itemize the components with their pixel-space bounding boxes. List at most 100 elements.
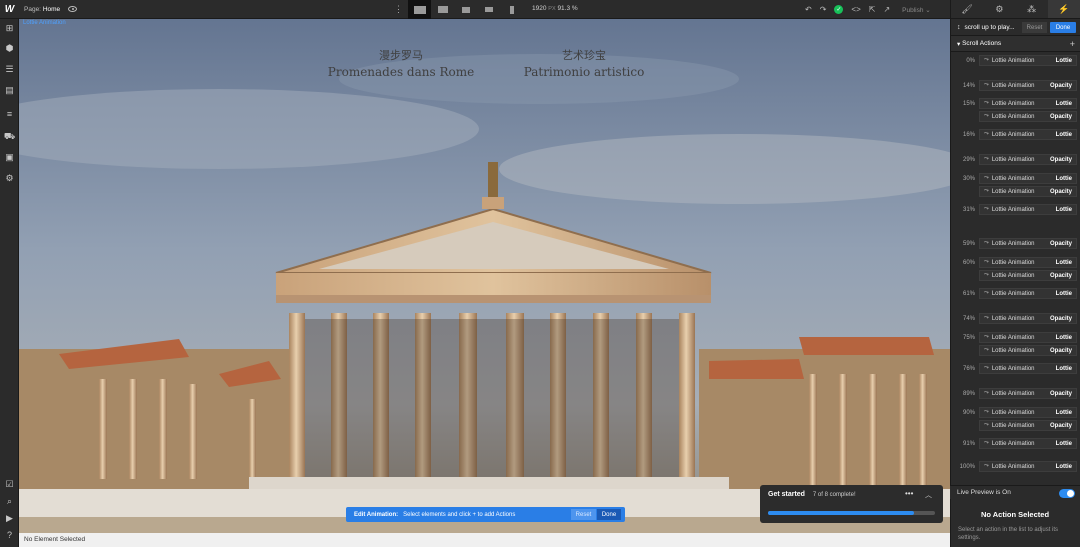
step-percentage: 60% <box>962 260 975 266</box>
live-preview-toggle[interactable] <box>1059 489 1075 498</box>
scroll-action-item[interactable]: ⤳ Lottie Animation Opacity <box>979 80 1077 91</box>
mobile-landscape-icon <box>484 7 493 12</box>
step-percentage: 90% <box>962 410 975 416</box>
cms-icon[interactable]: ≡ <box>4 109 15 120</box>
webflow-logo[interactable]: W <box>0 0 19 19</box>
mobile-landscape-breakpoint-button[interactable] <box>477 0 500 19</box>
target-link-icon: ⤳ <box>984 347 989 353</box>
nav-link-heritage[interactable]: 艺术珍宝 Patrimonio artistico <box>509 47 659 79</box>
scroll-action-item[interactable]: ⤳ Lottie Animation Lottie <box>979 129 1077 140</box>
page-selector[interactable]: Page: Home <box>24 6 60 13</box>
redo-icon[interactable]: ↷ <box>820 5 827 14</box>
design-canvas[interactable]: Lottie Animation 漫步罗马 Promenades dans Ro… <box>19 19 950 533</box>
live-preview-row: Live Preview is On <box>950 485 1080 499</box>
code-icon[interactable]: <> <box>851 5 860 14</box>
scroll-action-item[interactable]: ⤳ Lottie Animation Lottie <box>979 363 1077 374</box>
scroll-action-item[interactable]: ⤳ Lottie Animation Opacity <box>979 420 1077 431</box>
help-icon[interactable]: ? <box>4 530 15 541</box>
action-target-name: Lottie Animation <box>991 156 1035 163</box>
checklist-icon[interactable]: ☑ <box>4 479 15 490</box>
navigator-icon[interactable]: ☰ <box>4 64 15 75</box>
style-brush-tab[interactable]: 🖌 <box>951 0 983 18</box>
step-percentage: 76% <box>962 366 975 372</box>
mobile-portrait-breakpoint-button[interactable] <box>500 0 523 19</box>
scroll-action-item[interactable]: ⤳ Lottie Animation Opacity <box>979 238 1077 249</box>
preview-eye-icon[interactable] <box>68 6 78 12</box>
action-target-name: Lottie Animation <box>991 175 1035 182</box>
desktop-breakpoint-button[interactable] <box>408 0 431 19</box>
scroll-action-item[interactable]: ⤳ Lottie Animation Opacity <box>979 345 1077 356</box>
nav-link-rome[interactable]: 漫步罗马 Promenades dans Rome <box>311 47 491 79</box>
scroll-action-item[interactable]: ⤳ Lottie Animation Lottie <box>979 461 1077 472</box>
scroll-action-item[interactable]: ⤳ Lottie Animation Opacity <box>979 111 1077 122</box>
scroll-action-item[interactable]: ⤳ Lottie Animation Lottie <box>979 407 1077 418</box>
selected-element-tag[interactable]: Lottie Animation <box>23 20 66 26</box>
action-target-name: Lottie Animation <box>991 131 1035 138</box>
panel-done-button[interactable]: Done <box>1050 22 1076 33</box>
more-horizontal-icon[interactable]: ••• <box>905 489 913 498</box>
export-icon[interactable]: ⇱ <box>869 5 876 14</box>
symbols-icon[interactable]: ⬢ <box>4 43 15 54</box>
scroll-trigger-icon: ↕ <box>957 23 961 31</box>
panel-reset-button[interactable]: Reset <box>1022 22 1047 33</box>
get-started-widget[interactable]: Get started 7 of 8 complete! ••• ︿ <box>760 485 943 523</box>
trigger-label[interactable]: scroll up to play... <box>965 24 1015 31</box>
target-link-icon: ⤳ <box>984 409 989 415</box>
action-type: Opacity <box>1049 82 1072 89</box>
publish-label: Publish <box>902 6 924 14</box>
edit-animation-reset-button[interactable]: Reset <box>571 509 596 520</box>
scroll-action-item[interactable]: ⤳ Lottie Animation Lottie <box>979 257 1077 268</box>
scroll-action-item[interactable]: ⤳ Lottie Animation Lottie <box>979 332 1077 343</box>
target-link-icon: ⤳ <box>984 82 989 88</box>
page-name: Home <box>42 5 61 13</box>
settings-gear-tab[interactable]: ⚙ <box>983 0 1015 18</box>
scroll-action-item[interactable]: ⤳ Lottie Animation Lottie <box>979 173 1077 184</box>
search-icon[interactable]: ⌕ <box>4 496 15 507</box>
pages-icon[interactable]: ▤ <box>4 85 15 96</box>
title-left-cn: 漫步罗马 <box>379 49 423 62</box>
scroll-action-item[interactable]: ⤳ Lottie Animation Lottie <box>979 204 1077 215</box>
target-link-icon: ⤳ <box>984 440 989 446</box>
target-link-icon: ⤳ <box>984 365 989 371</box>
chevron-up-icon[interactable]: ︿ <box>925 490 932 500</box>
target-link-icon: ⤳ <box>984 272 989 278</box>
canvas-unit: PX <box>548 6 556 12</box>
edit-animation-done-button[interactable]: Done <box>597 509 621 520</box>
tablet-icon <box>461 6 470 13</box>
scroll-actions-header[interactable]: ▾ Scroll Actions + <box>951 36 1080 52</box>
tablet-breakpoint-button[interactable] <box>454 0 477 19</box>
undo-icon[interactable]: ↶ <box>805 5 812 14</box>
scroll-action-item[interactable]: ⤳ Lottie Animation Lottie <box>979 288 1077 299</box>
assets-icon[interactable]: ▣ <box>4 152 15 163</box>
laptop-breakpoint-button[interactable] <box>431 0 454 19</box>
settings-gear-icon[interactable]: ⚙ <box>4 173 15 184</box>
share-icon[interactable]: ↗ <box>883 5 890 14</box>
status-check-icon[interactable]: ✓ <box>834 5 844 14</box>
add-action-icon[interactable]: + <box>1070 39 1075 49</box>
scroll-action-item[interactable]: ⤳ Lottie Animation Lottie <box>979 55 1077 66</box>
add-elements-icon[interactable]: ⊞ <box>4 23 15 34</box>
scroll-action-item[interactable]: ⤳ Lottie Animation Opacity <box>979 313 1077 324</box>
step-percentage: 74% <box>962 316 975 322</box>
more-vertical-icon[interactable]: ⋮ <box>394 5 403 14</box>
scroll-action-item[interactable]: ⤳ Lottie Animation Lottie <box>979 438 1077 449</box>
scroll-action-item[interactable]: ⤳ Lottie Animation Opacity <box>979 186 1077 197</box>
step-percentage: 15% <box>962 101 975 107</box>
target-link-icon: ⤳ <box>984 463 989 469</box>
scroll-actions-title: Scroll Actions <box>962 40 1002 47</box>
target-link-icon: ⤳ <box>984 156 989 162</box>
action-type: Opacity <box>1049 156 1072 163</box>
style-manager-tab[interactable]: ⁂ <box>1016 0 1048 18</box>
scroll-action-item[interactable]: ⤳ Lottie Animation Lottie <box>979 98 1077 109</box>
ecommerce-cart-icon[interactable]: ⛟ <box>4 131 15 142</box>
action-type: Lottie <box>1055 409 1072 416</box>
interactions-bolt-tab[interactable]: ⚡ <box>1047 0 1080 18</box>
publish-button[interactable]: Publish ⌄ <box>902 6 931 14</box>
scroll-action-item[interactable]: ⤳ Lottie Animation Opacity <box>979 270 1077 281</box>
action-target-name: Lottie Animation <box>991 259 1035 266</box>
video-tutorial-icon[interactable]: ▶ <box>4 513 15 524</box>
action-target-name: Lottie Animation <box>991 347 1035 354</box>
get-started-progress-fill <box>768 511 915 515</box>
scroll-action-item[interactable]: ⤳ Lottie Animation Opacity <box>979 388 1077 399</box>
scroll-action-item[interactable]: ⤳ Lottie Animation Opacity <box>979 154 1077 165</box>
